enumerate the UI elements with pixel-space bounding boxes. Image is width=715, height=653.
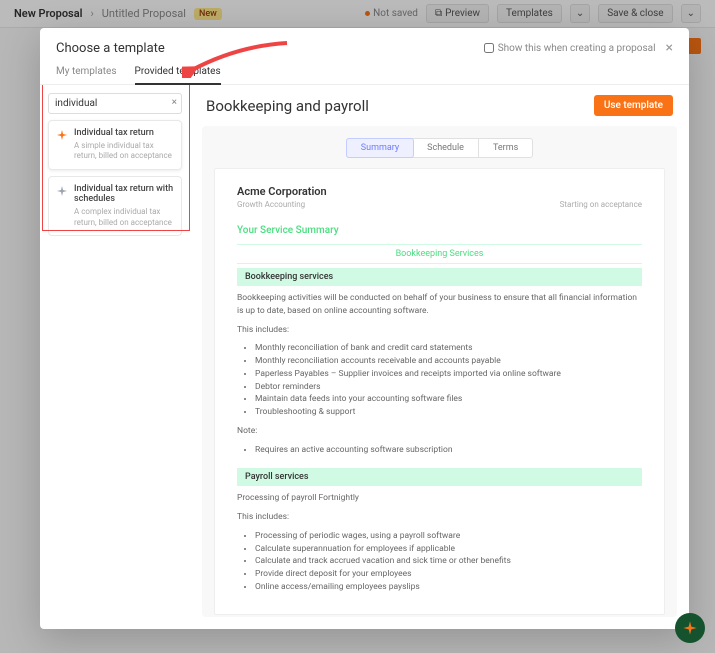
template-card-desc: A complex individual tax return, billed … (74, 207, 174, 228)
template-modal: Choose a template Show this when creatin… (40, 28, 689, 629)
template-card[interactable]: Individual tax return A simple individual… (48, 120, 182, 170)
list-item: Troubleshooting & support (255, 406, 642, 419)
preview-scroll[interactable]: Summary Schedule Terms Acme Corporation … (202, 126, 677, 617)
close-icon[interactable]: × (666, 40, 673, 56)
list-item: Calculate superannuation for employees i… (255, 543, 642, 556)
includes-label: This includes: (237, 324, 642, 337)
list-item: Provide direct deposit for your employee… (255, 568, 642, 581)
service-summary-heading: Your Service Summary (237, 225, 642, 236)
note-list: Requires an active accounting software s… (237, 444, 642, 457)
use-template-button[interactable]: Use template (594, 95, 673, 116)
template-tabs: My templates Provided templates (40, 56, 689, 85)
help-fab[interactable] (675, 613, 705, 643)
list-item: Monthly reconciliation accounts receivab… (255, 355, 642, 368)
includes-label: This includes: (237, 511, 642, 524)
show-on-create-checkbox[interactable]: Show this when creating a proposal (484, 43, 656, 54)
bookkeeping-list: Monthly reconciliation of bank and credi… (237, 342, 642, 419)
preview-segments: Summary Schedule Terms (214, 138, 665, 158)
list-item: Paperless Payables – Supplier invoices a… (255, 368, 642, 381)
list-item: Requires an active accounting software s… (255, 444, 642, 457)
section-intro: Bookkeeping activities will be conducted… (237, 292, 642, 318)
sparkle-icon (56, 129, 68, 141)
template-sidebar: × Individual tax return A simple individu… (40, 85, 190, 629)
segment-terms[interactable]: Terms (479, 139, 532, 157)
section-header: Bookkeeping Services (237, 244, 642, 264)
list-item: Calculate and track accrued vacation and… (255, 555, 642, 568)
segment-summary[interactable]: Summary (346, 138, 414, 158)
list-item: Processing of periodic wages, using a pa… (255, 530, 642, 543)
template-preview: Bookkeeping and payroll Use template Sum… (190, 85, 689, 629)
list-item: Monthly reconciliation of bank and credi… (255, 342, 642, 355)
search-input[interactable] (48, 93, 182, 114)
template-card[interactable]: Individual tax return with schedulesA co… (48, 176, 182, 236)
sparkle-icon (682, 620, 698, 636)
company-name: Acme Corporation (237, 185, 642, 198)
proposal-document: Acme Corporation Growth Accounting Starti… (214, 168, 665, 615)
tab-provided-templates[interactable]: Provided templates (135, 66, 221, 85)
section-bar: Payroll services (237, 468, 642, 486)
segment-schedule[interactable]: Schedule (413, 139, 479, 157)
section-intro: Processing of payroll Fortnightly (237, 492, 642, 505)
section-bar: Bookkeeping services (237, 268, 642, 286)
note-label: Note: (237, 425, 642, 438)
payroll-list: Processing of periodic wages, using a pa… (237, 530, 642, 594)
modal-title: Choose a template (56, 41, 484, 56)
template-card-desc: A simple individual tax return, billed o… (74, 141, 174, 162)
template-card-title: Individual tax return (74, 128, 174, 139)
list-item: Maintain data feeds into your accounting… (255, 393, 642, 406)
template-card-title: Individual tax return with schedules (74, 184, 174, 206)
list-item: Debtor reminders (255, 381, 642, 394)
start-date: Starting on acceptance (560, 200, 642, 209)
company-subtitle: Growth Accounting (237, 200, 305, 209)
tab-my-templates[interactable]: My templates (56, 66, 117, 84)
sparkle-icon (56, 185, 68, 197)
clear-search-icon[interactable]: × (172, 97, 177, 108)
preview-title: Bookkeeping and payroll (206, 97, 594, 115)
list-item: Online access/emailing employees payslip… (255, 581, 642, 594)
